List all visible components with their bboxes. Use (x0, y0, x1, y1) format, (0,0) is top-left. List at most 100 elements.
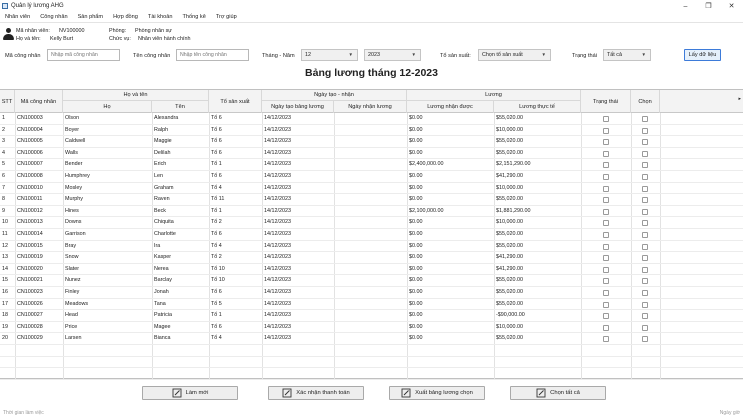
cell-first-name: Magee (154, 323, 171, 330)
year-select[interactable]: 2023 ▼ (364, 49, 421, 61)
select-checkbox[interactable] (642, 255, 648, 262)
table-row[interactable]: 17 CN100026 Meadows Tana Tổ 5 14/12/2023 $0.00… (0, 299, 743, 311)
table-row[interactable]: 7 CN100010 Mosley Graham Tổ 4 14/12/2023 $0.00… (0, 183, 743, 195)
column-menu-icon[interactable]: ▸ (738, 96, 741, 102)
select-checkbox[interactable] (642, 116, 648, 122)
status-checkbox[interactable] (603, 232, 609, 238)
select-checkbox[interactable] (642, 336, 648, 343)
table-row[interactable]: 10 CN100013 Downs Chiquita Tổ 2 14/12/2023 $0.… (0, 217, 743, 229)
export-selected-button[interactable]: Xuất bảng lương chọn (389, 386, 485, 400)
menu-item-help[interactable]: Trợ giúp (211, 12, 242, 23)
select-checkbox[interactable] (642, 208, 648, 215)
table-row[interactable]: 4 CN100006 Walls Delilah Tổ 6 14/12/2023 $0.00… (0, 148, 743, 160)
table-row[interactable]: 3 CN100005 Caldwell Maggie Tổ 6 14/12/2023 $0.… (0, 136, 743, 148)
select-checkbox[interactable] (642, 139, 648, 146)
table-row[interactable]: 9 CN100012 Hines Beck Tổ 1 14/12/2023 $2,100,0… (0, 206, 743, 218)
select-checkbox[interactable] (642, 313, 648, 320)
cell-created-date: 14/12/2023 (264, 312, 291, 319)
table-row[interactable]: 15 CN100021 Nunez Barclay Tổ 10 14/12/2023 $0.… (0, 275, 743, 287)
confirm-payment-button[interactable]: Xác nhận thanh toán (268, 386, 364, 400)
select-checkbox[interactable] (642, 174, 648, 180)
header-production-team: Tổ sản xuất (209, 90, 262, 113)
cell-first-name: Graham (154, 184, 174, 191)
status-checkbox[interactable] (603, 116, 609, 122)
header-salary: Lương (407, 90, 581, 101)
cell-stt: 15 (2, 277, 8, 284)
worker-name-input[interactable] (176, 49, 249, 61)
status-checkbox[interactable] (603, 150, 609, 157)
menu-item-products[interactable]: Sản phẩm (73, 12, 109, 23)
table-row[interactable]: 13 CN100019 Snow Kasper Tổ 2 14/12/2023 $0.00 $… (0, 252, 743, 264)
status-checkbox[interactable] (603, 278, 609, 285)
table-row[interactable]: 1 CN100003 Olson Alexandra Tổ 6 14/12/2023 $0.… (0, 113, 743, 125)
select-checkbox[interactable] (642, 243, 648, 250)
empty-row (0, 368, 743, 380)
select-checkbox[interactable] (642, 150, 648, 157)
status-checkbox[interactable] (603, 336, 609, 343)
production-team-select[interactable]: Chọn tổ sản xuất ▼ (478, 49, 551, 61)
select-checkbox[interactable] (642, 324, 648, 331)
select-checkbox[interactable] (642, 127, 648, 134)
cell-last-name: Head (65, 312, 78, 319)
select-checkbox[interactable] (642, 162, 648, 169)
select-checkbox[interactable] (642, 278, 648, 285)
menu-item-statistics[interactable]: Thống kê (177, 12, 210, 23)
select-checkbox[interactable] (642, 266, 648, 273)
status-checkbox[interactable] (603, 255, 609, 262)
table-row[interactable]: 8 CN100011 Murphy Raven Tổ 11 14/12/2023 $0.00… (0, 194, 743, 206)
status-checkbox[interactable] (603, 243, 609, 250)
cell-last-name: Finley (65, 289, 80, 295)
table-row[interactable]: 6 CN100008 Humphrey Len Tổ 6 14/12/2023 $0.00 $… (0, 171, 743, 183)
status-checkbox[interactable] (603, 324, 609, 331)
worker-code-input[interactable] (47, 49, 120, 61)
close-button[interactable]: ✕ (720, 0, 743, 12)
status-filter-value: Tất cả (607, 52, 622, 58)
status-checkbox[interactable] (603, 208, 609, 215)
table-row[interactable]: 5 CN100007 Bender Erich Tổ 1 14/12/2023 $2,400… (0, 159, 743, 171)
status-checkbox[interactable] (603, 197, 609, 204)
select-checkbox[interactable] (642, 220, 648, 227)
table-row[interactable]: 16 CN100023 Finley Jonah Tổ 6 14/12/2023 $0.00… (0, 287, 743, 299)
cell-worker-code: CN100005 (17, 138, 43, 145)
fetch-data-button[interactable]: Lấy dữ liệu (684, 49, 721, 61)
table-row[interactable]: 2 CN100004 Boyer Ralph Tổ 6 14/12/2023 $0.00 $1… (0, 125, 743, 137)
table-row[interactable]: 19 CN100028 Price Magee Tổ 6 14/12/2023 $0.00 $… (0, 322, 743, 334)
status-filter-select[interactable]: Tất cả ▼ (603, 49, 651, 61)
status-checkbox[interactable] (603, 139, 609, 146)
work-time-label: Thời gian làm việc (3, 410, 44, 416)
status-checkbox[interactable] (603, 301, 609, 308)
table-row[interactable]: 11 CN100014 Garrison Charlotte Tổ 6 14/12/202… (0, 229, 743, 241)
select-all-button[interactable]: Chọn tất cả (510, 386, 606, 400)
table-row[interactable]: 12 CN100015 Bray Ira Tổ 4 14/12/2023 $0.00 $55,… (0, 241, 743, 253)
status-checkbox[interactable] (603, 162, 609, 169)
refresh-button[interactable]: Làm mới (142, 386, 238, 400)
select-checkbox[interactable] (642, 290, 648, 296)
select-checkbox[interactable] (642, 232, 648, 238)
month-select[interactable]: 12 ▼ (301, 49, 358, 61)
status-checkbox[interactable] (603, 313, 609, 320)
table-row[interactable]: 14 CN100020 Slater Nerea Tổ 10 14/12/2023 $0.0… (0, 264, 743, 276)
table-row[interactable]: 20 CN100029 Larsen Bianca Tổ 4 14/12/2023 $0.0… (0, 333, 743, 345)
menu-item-contracts[interactable]: Hợp đồng (108, 12, 143, 23)
status-checkbox[interactable] (603, 174, 609, 180)
status-checkbox[interactable] (603, 220, 609, 227)
status-checkbox[interactable] (603, 185, 609, 192)
cell-received-date (334, 206, 407, 218)
select-checkbox[interactable] (642, 185, 648, 192)
menu-item-workers[interactable]: Công nhân (35, 12, 72, 23)
menu-item-employees[interactable]: Nhân viên (0, 12, 35, 23)
maximize-button[interactable]: ❐ (697, 0, 720, 12)
select-checkbox[interactable] (642, 197, 648, 204)
status-checkbox[interactable] (603, 290, 609, 296)
cell-created-date: 14/12/2023 (264, 196, 291, 203)
menu-item-accounts[interactable]: Tài khoản (143, 12, 178, 23)
cell-actual-salary: $41,290.00 (496, 265, 523, 272)
status-checkbox[interactable] (603, 266, 609, 273)
minimize-button[interactable]: – (674, 0, 697, 12)
status-checkbox[interactable] (603, 127, 609, 134)
cell-first-name: Erich (154, 161, 167, 168)
cell-received-salary: $0.00 (409, 277, 423, 284)
select-checkbox[interactable] (642, 301, 648, 308)
cell-first-name: Barclay (154, 277, 172, 284)
table-row[interactable]: 18 CN100027 Head Patricia Tổ 1 14/12/2023 $0.0… (0, 310, 743, 322)
